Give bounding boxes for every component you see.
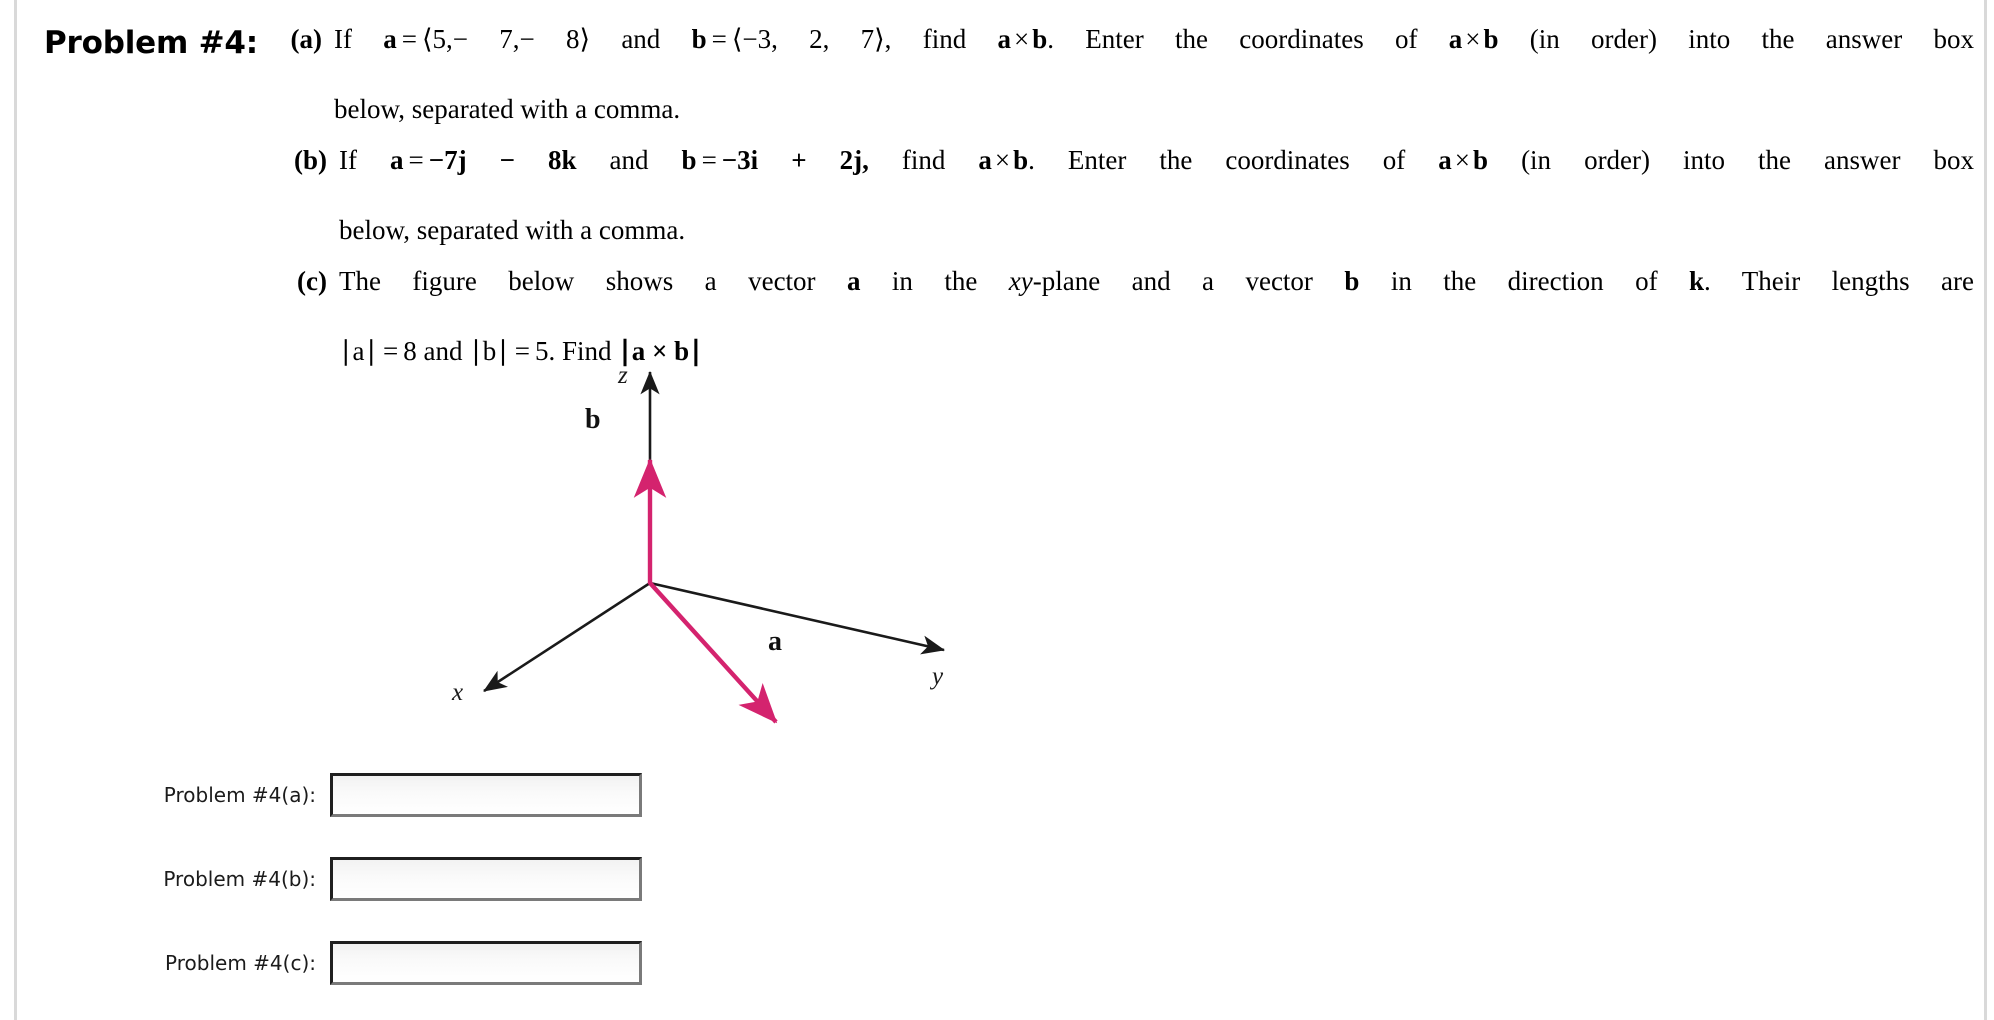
answer-row-a: Problem #4(a): <box>0 766 700 824</box>
page-title: Problem #4: <box>44 25 258 61</box>
part-a-label: (a) <box>290 24 322 54</box>
problem-statement: Problem #4: (a) If a = ⟨5,− 7,− 8⟩ and b = ⟨… <box>44 22 1974 369</box>
page-right-rule <box>1984 0 1987 1020</box>
part-b-line2: below, separated with a comma. <box>339 215 686 245</box>
part-a-eq1: = <box>401 24 417 54</box>
answer-input-c[interactable] <box>330 941 642 985</box>
part-c-veca: a <box>846 266 861 296</box>
part-c-mag-a: ∣a∣ <box>339 336 378 366</box>
part-a-veca: a <box>383 24 397 54</box>
part-b-cross-symbol2: × <box>1454 145 1471 175</box>
part-b-eq2: = <box>701 145 717 175</box>
axis-x-line <box>483 581 651 693</box>
answer-fields: Problem #4(a): Problem #4(b): Problem #4… <box>0 766 700 1018</box>
part-b-veca: a <box>390 145 404 175</box>
part-c-vecb: b <box>1344 266 1360 296</box>
part-a-cross-symbol: × <box>1013 24 1030 54</box>
part-b-cross-a: a <box>978 145 992 175</box>
part-b-gutter: (b) <box>44 143 339 178</box>
part-a-find: find <box>891 24 998 54</box>
part-a-t1: If <box>333 24 384 54</box>
part-b-value-a: −7j − 8k <box>428 145 577 175</box>
part-a-t2: . Enter the coordinates of <box>1047 24 1449 54</box>
part-a-cross-a: a <box>997 24 1011 54</box>
answer-label-b: Problem #4(b): <box>163 867 316 891</box>
part-c-t1: The figure below shows a vector <box>339 266 847 296</box>
part-b-t1: If <box>339 145 390 175</box>
part-b-value-b: −3i + 2j, <box>721 145 869 175</box>
problem-part-c: (c) The figure below shows a vector a in… <box>44 264 1974 369</box>
answer-label-a: Problem #4(a): <box>163 783 316 807</box>
part-c-eq1: = <box>382 336 399 366</box>
part-a-line2: below, separated with a comma. <box>333 94 681 124</box>
part-b-label: (b) <box>294 145 327 175</box>
problem-part-b: (b) If a = −7j − 8k and b = −3i + 2j, find a… <box>44 143 1974 248</box>
part-b-t3: (in order) into the answer box <box>1488 145 1975 175</box>
answer-label-c: Problem #4(c): <box>165 951 316 975</box>
part-c-t2: in the <box>860 266 1009 296</box>
part-b-cross-b: b <box>1013 145 1029 175</box>
problem-part-a: Problem #4: (a) If a = ⟨5,− 7,− 8⟩ and b = ⟨… <box>44 22 1974 127</box>
part-c-veck: k <box>1689 266 1705 296</box>
part-a-value-a: ⟨5,− 7,− 8⟩ <box>421 24 591 54</box>
part-a-cross-b: b <box>1032 24 1048 54</box>
part-a-mid: and <box>590 24 692 54</box>
axis-x-label: x <box>451 679 463 706</box>
vector-diagram: z x y b a <box>420 350 1000 750</box>
part-a-cross-symbol2: × <box>1465 24 1481 54</box>
answer-input-a[interactable] <box>330 773 642 817</box>
part-b-t2: . Enter the coordinates of <box>1028 145 1439 175</box>
answer-input-b[interactable] <box>330 857 642 901</box>
part-b-mid: and <box>576 145 682 175</box>
vector-a-label: a <box>768 626 782 657</box>
part-b-vecb: b <box>681 145 697 175</box>
axis-z-label: z <box>617 362 628 389</box>
answer-row-b: Problem #4(b): <box>0 850 700 908</box>
vector-b-label: b <box>585 404 601 435</box>
answer-row-c: Problem #4(c): <box>0 934 700 992</box>
vector-a-arrow <box>648 581 778 724</box>
part-a-vecb: b <box>691 24 707 54</box>
axis-y-line <box>649 581 946 655</box>
part-c-xy: xy <box>1008 266 1033 296</box>
part-b-cross-a2: a <box>1438 145 1452 175</box>
part-b-eq1: = <box>408 145 424 175</box>
part-c-gutter: (c) <box>44 264 339 299</box>
part-b-body: If a = −7j − 8k and b = −3i + 2j, find a × b. … <box>339 143 1974 248</box>
part-b-cross-b2: b <box>1473 145 1489 175</box>
part-c-t3: -plane and a vector <box>1032 266 1345 296</box>
part-a-value-b: ⟨−3, 2, 7⟩, <box>731 24 892 54</box>
part-c-label: (c) <box>297 266 327 296</box>
part-c-t5: . Their lengths are <box>1704 266 1975 296</box>
part-b-cross-symbol: × <box>994 145 1011 175</box>
part-a-body: If a = ⟨5,− 7,− 8⟩ and b = ⟨−3, 2, 7⟩, find … <box>334 22 1974 127</box>
part-c-t4: in the direction of <box>1359 266 1689 296</box>
part-a-t3: (in order) into the answer box <box>1498 24 1975 54</box>
part-a-cross-a2: a <box>1448 24 1463 54</box>
part-a-cross-b2: b <box>1483 24 1499 54</box>
part-a-eq2: = <box>711 24 727 54</box>
part-b-find: find <box>868 145 979 175</box>
axis-y-label: y <box>929 663 944 690</box>
